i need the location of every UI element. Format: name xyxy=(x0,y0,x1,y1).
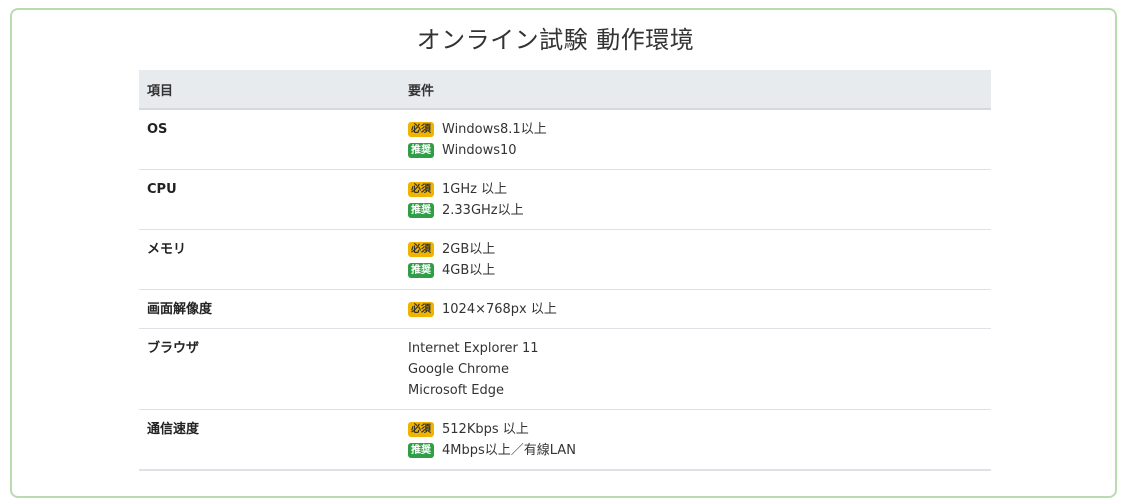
requirement-line: Google Chrome xyxy=(408,359,983,380)
requirement-text: Windows10 xyxy=(442,143,517,158)
table-row: CPU 必須 1GHz 以上 推奨 2.33GHz以上 xyxy=(139,169,991,230)
required-badge: 必須 xyxy=(408,302,434,317)
requirement-text: 512Kbps 以上 xyxy=(442,422,529,437)
required-badge: 必須 xyxy=(408,242,434,257)
requirement-item-label: CPU xyxy=(139,169,400,230)
requirement-line: 推奨 Windows10 xyxy=(408,140,983,161)
requirement-text: 1024×768px 以上 xyxy=(442,302,557,317)
requirement-item-label: OS xyxy=(139,109,400,170)
requirement-line: Internet Explorer 11 xyxy=(408,338,983,359)
requirement-text: Internet Explorer 11 xyxy=(408,341,539,356)
requirement-cell: 必須 Windows8.1以上 推奨 Windows10 xyxy=(400,109,991,170)
requirement-line: 必須 2GB以上 xyxy=(408,239,983,260)
requirement-line: 推奨 4GB以上 xyxy=(408,260,983,281)
table-row: 画面解像度 必須 1024×768px 以上 xyxy=(139,289,991,329)
recommended-badge: 推奨 xyxy=(408,263,434,278)
table-row: 通信速度 必須 512Kbps 以上 推奨 4Mbps以上／有線LAN xyxy=(139,409,991,471)
requirement-text: 2.33GHz以上 xyxy=(442,203,524,218)
requirement-text: Microsoft Edge xyxy=(408,383,505,398)
requirement-text: 2GB以上 xyxy=(442,242,496,257)
table-header: 項目 要件 xyxy=(139,70,991,110)
requirement-item-label: 通信速度 xyxy=(139,409,400,471)
requirement-line: 必須 1024×768px 以上 xyxy=(408,299,983,320)
table-body: OS 必須 Windows8.1以上 推奨 Windows10 CPU 必須 1GHz 以上推… xyxy=(139,109,991,471)
table-row: OS 必須 Windows8.1以上 推奨 Windows10 xyxy=(139,109,991,170)
requirement-item-label: 画面解像度 xyxy=(139,289,400,329)
requirements-table: 項目 要件 OS 必須 Windows8.1以上 推奨 Windows10 CPU 必須 1G… xyxy=(139,70,991,471)
requirement-item-label: ブラウザ xyxy=(139,328,400,410)
requirement-line: 必須 512Kbps 以上 xyxy=(408,419,983,440)
requirement-text: Google Chrome xyxy=(408,362,509,377)
table-row: ブラウザ Internet Explorer 11 Google Chrome Mic… xyxy=(139,328,991,410)
column-header-requirement: 要件 xyxy=(400,70,991,110)
requirement-cell: 必須 1GHz 以上 推奨 2.33GHz以上 xyxy=(400,169,991,230)
recommended-badge: 推奨 xyxy=(408,443,434,458)
requirement-text: 4Mbps以上／有線LAN xyxy=(442,443,576,458)
page-title: オンライン試験 動作環境 xyxy=(416,26,695,54)
requirement-line: 推奨 4Mbps以上／有線LAN xyxy=(408,440,983,461)
requirement-cell: 必須 1024×768px 以上 xyxy=(400,289,991,329)
requirement-line: 必須 1GHz 以上 xyxy=(408,179,983,200)
requirement-text: Windows8.1以上 xyxy=(442,122,547,137)
required-badge: 必須 xyxy=(408,182,434,197)
requirement-line: 推奨 2.33GHz以上 xyxy=(408,200,983,221)
table-header-row: 項目 要件 xyxy=(139,70,991,110)
table-row: メモリ 必須 2GB以上 推奨 4GB以上 xyxy=(139,229,991,290)
requirement-cell: 必須 512Kbps 以上 推奨 4Mbps以上／有線LAN xyxy=(400,409,991,471)
requirement-text: 4GB以上 xyxy=(442,263,496,278)
requirement-line: Microsoft Edge xyxy=(408,380,983,401)
required-badge: 必須 xyxy=(408,422,434,437)
recommended-badge: 推奨 xyxy=(408,143,434,158)
requirement-cell: Internet Explorer 11 Google Chrome Microso… xyxy=(400,328,991,410)
required-badge: 必須 xyxy=(408,122,434,137)
requirement-line: 必須 Windows8.1以上 xyxy=(408,119,983,140)
requirement-cell: 必須 2GB以上 推奨 4GB以上 xyxy=(400,229,991,290)
requirement-text: 1GHz 以上 xyxy=(442,182,508,197)
requirement-item-label: メモリ xyxy=(139,229,400,290)
recommended-badge: 推奨 xyxy=(408,203,434,218)
column-header-item: 項目 xyxy=(139,70,400,110)
